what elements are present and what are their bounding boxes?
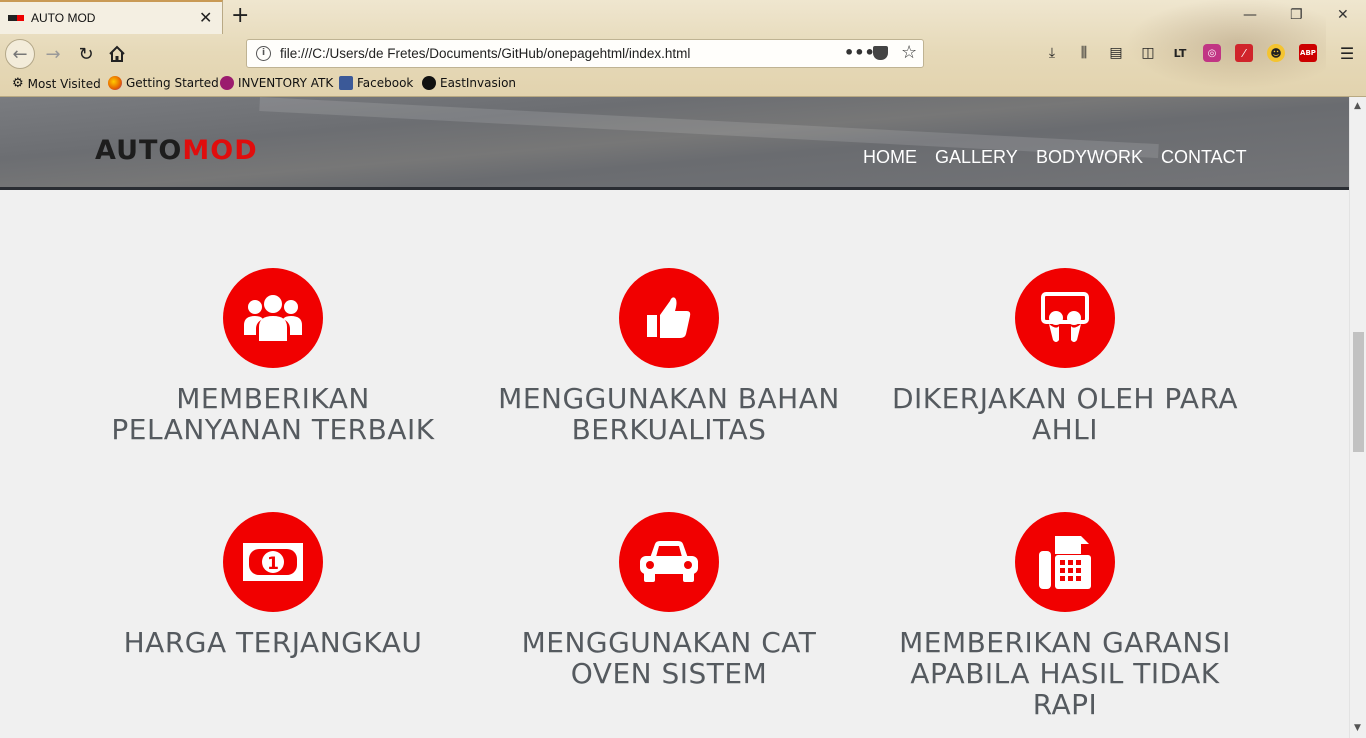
firefox-icon [108, 76, 122, 90]
minimize-window-icon[interactable]: — [1243, 7, 1257, 23]
navigation-toolbar: ← → ↻ i file:///C:/Users/de Fretes/Docum… [0, 36, 1366, 72]
home-button[interactable] [102, 39, 132, 69]
restore-window-icon[interactable]: ❐ [1290, 7, 1303, 23]
info-icon[interactable]: i [256, 46, 271, 61]
nav-home[interactable]: HOME [863, 147, 917, 168]
bookmark-label: INVENTORY ATK [238, 76, 334, 90]
bookmarks-toolbar: ⚙ Most Visited Getting Started INVENTORY… [0, 74, 1366, 96]
arrow-right-icon: → [45, 43, 61, 65]
page-viewport: AUTOMOD HOME GALLERY BODYWORK CONTACT ME… [0, 97, 1349, 738]
download-icon[interactable]: ⤓ [1043, 44, 1061, 62]
facebook-icon [339, 76, 353, 90]
menu-icon[interactable]: ☰ [1338, 44, 1356, 63]
print-icon[interactable]: ▤ [1107, 44, 1125, 62]
page-scrollbar[interactable]: ▲ ▼ [1349, 97, 1366, 738]
bookmark-most-visited[interactable]: ⚙ Most Visited [12, 76, 101, 91]
scroll-up-icon[interactable]: ▲ [1354, 101, 1361, 111]
languagetool-icon[interactable]: LT [1171, 44, 1189, 62]
site-header: AUTOMOD HOME GALLERY BODYWORK CONTACT [0, 97, 1349, 190]
money-icon: 1 [223, 512, 323, 612]
github-icon [422, 76, 436, 90]
feature-title: MEMBERIKAN GARANSI APABILA HASIL TIDAK R… [899, 626, 1231, 721]
pocket-icon[interactable] [873, 46, 888, 60]
scroll-down-icon[interactable]: ▼ [1354, 723, 1361, 733]
users-icon [223, 268, 323, 368]
fax-icon [1015, 512, 1115, 612]
sidebar-icon[interactable]: ◫ [1139, 44, 1157, 62]
arrow-left-icon: ← [12, 43, 28, 65]
bookmark-facebook[interactable]: Facebook [339, 76, 413, 90]
address-bar[interactable]: i file:///C:/Users/de Fretes/Documents/G… [246, 39, 924, 68]
bookmark-star-icon[interactable]: ☆ [901, 42, 917, 63]
feature-title: MENGGUNAKAN CAT OVEN SISTEM [521, 626, 817, 690]
site-logo[interactable]: AUTOMOD [95, 137, 258, 164]
logo-mod-text: MOD [182, 135, 258, 166]
library-icon[interactable]: ⫼ [1075, 44, 1093, 62]
close-window-icon[interactable]: ✕ [1337, 7, 1349, 23]
page-actions-icon[interactable]: ••• [844, 43, 875, 62]
svg-text:1: 1 [267, 554, 279, 574]
bookmark-label: Facebook [357, 76, 414, 90]
tab-strip: AUTO MOD ✕ + — ❐ ✕ [0, 0, 1366, 34]
forward-button[interactable]: → [38, 39, 68, 69]
nav-contact[interactable]: CONTACT [1161, 147, 1247, 168]
adblock-icon[interactable]: ABP [1299, 44, 1317, 62]
back-button[interactable]: ← [5, 39, 35, 69]
bookmark-label: Getting Started [126, 76, 219, 90]
feature-title: HARGA TERJANGKAU [123, 626, 423, 659]
reload-icon: ↻ [78, 43, 94, 65]
feature-title: DIKERJAKAN OLEH PARA AHLI [891, 382, 1239, 446]
bookmark-label: EastInvasion [440, 76, 517, 90]
instagram-icon[interactable]: ◎ [1203, 44, 1221, 62]
logo-auto-text: AUTO [95, 135, 183, 166]
scrollbar-thumb[interactable] [1353, 332, 1364, 452]
emoji-icon[interactable]: ☻ [1267, 44, 1285, 62]
browser-chrome: AUTO MOD ✕ + — ❐ ✕ ← → ↻ i file:///C:/Us… [0, 0, 1366, 97]
home-icon [109, 45, 125, 62]
feature-title: MEMBERIKAN PELANYANAN TERBAIK [111, 382, 435, 446]
bookmark-inventory-atk[interactable]: INVENTORY ATK [220, 76, 333, 90]
reload-button[interactable]: ↻ [71, 39, 101, 69]
nav-bodywork[interactable]: BODYWORK [1036, 147, 1143, 168]
bookmark-eastinvasion[interactable]: EastInvasion [422, 76, 516, 90]
slideshare-icon [1015, 268, 1115, 368]
site-favicon-icon [8, 15, 24, 21]
new-tab-icon[interactable]: + [231, 3, 249, 28]
extension-icon[interactable]: ⁄ [1235, 44, 1253, 62]
gear-icon: ⚙ [12, 76, 24, 91]
browser-tab[interactable]: AUTO MOD ✕ [0, 0, 223, 34]
header-background-image [259, 97, 1159, 159]
bookmark-label: Most Visited [27, 76, 101, 91]
bookmark-getting-started[interactable]: Getting Started [108, 76, 219, 90]
thumbs-up-icon [619, 268, 719, 368]
inventory-icon [220, 76, 234, 90]
nav-gallery[interactable]: GALLERY [935, 147, 1018, 168]
car-icon [619, 512, 719, 612]
close-tab-icon[interactable]: ✕ [199, 8, 212, 27]
url-text[interactable]: file:///C:/Users/de Fretes/Documents/Git… [280, 46, 690, 61]
feature-title: MENGGUNAKAN BAHAN BERKUALITAS [498, 382, 840, 446]
tab-title: AUTO MOD [31, 11, 96, 25]
